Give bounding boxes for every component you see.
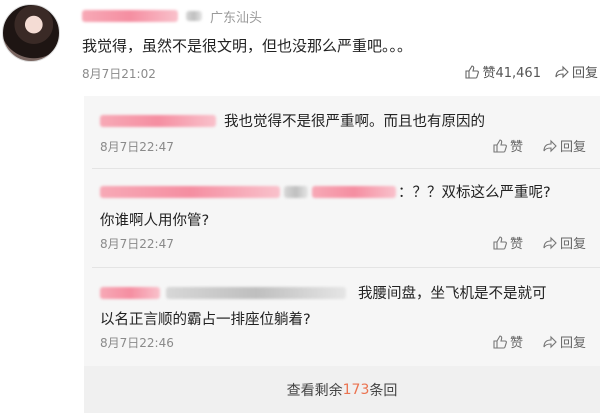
comment-time: 8月7日21:02 xyxy=(82,67,156,81)
like-count: 赞41,461 xyxy=(482,66,541,81)
reply-item: ：？？双标这么严重呢? 你谁啊人用你管? 8月7日22:47 赞 回复 xyxy=(84,169,600,267)
comment-actions: 赞41,461 回复 xyxy=(465,62,598,81)
reply-item: 我也觉得不是很严重啊。而且也有原因的 8月7日22:47 赞 回复 xyxy=(84,96,600,168)
thumb-up-icon xyxy=(493,235,507,250)
thumb-up-icon xyxy=(493,334,507,349)
more-suffix: 条回 xyxy=(369,382,398,399)
reply-text: 我腰间盘，坐飞机是不是就可 xyxy=(358,286,547,302)
like-label: 赞 xyxy=(509,140,523,155)
reply-label: 回复 xyxy=(559,140,586,155)
thumb-up-icon xyxy=(493,138,507,153)
blurred-badge xyxy=(186,11,202,21)
share-arrow-icon xyxy=(543,236,557,250)
blurred-username[interactable] xyxy=(82,10,178,22)
reply-time: 8月7日22:46 xyxy=(100,336,174,350)
avatar[interactable] xyxy=(2,4,60,62)
like-button[interactable]: 赞 xyxy=(493,332,523,351)
like-button[interactable]: 赞 xyxy=(493,233,523,252)
more-count: 173 xyxy=(342,381,370,398)
blurred-mention[interactable] xyxy=(312,185,396,198)
replies-panel: 我也觉得不是很严重啊。而且也有原因的 8月7日22:47 赞 回复 ：？？双标这… xyxy=(84,96,600,413)
share-arrow-icon xyxy=(543,139,557,153)
reply-button[interactable]: 回复 xyxy=(555,62,598,81)
blurred-username[interactable] xyxy=(100,114,216,127)
blurred-username[interactable] xyxy=(100,185,280,198)
reply-label: 回复 xyxy=(559,237,586,252)
reply-button[interactable]: 回复 xyxy=(543,332,586,351)
reply-text: 我也觉得不是很严重啊。而且也有原因的 xyxy=(224,114,485,130)
reply-label: 回复 xyxy=(559,336,586,351)
reply-actions: 赞 回复 xyxy=(493,233,586,252)
reply-text: ：？？双标这么严重呢? xyxy=(398,185,551,201)
reply-actions: 赞 回复 xyxy=(493,332,586,351)
reply-actions: 赞 回复 xyxy=(493,136,586,155)
reply-text-line-2: 你谁啊人用你管? xyxy=(100,213,210,229)
reply-time: 8月7日22:47 xyxy=(100,140,174,154)
location-label: 广东汕头 xyxy=(210,10,263,26)
blurred-mention xyxy=(166,286,346,299)
like-label: 赞 xyxy=(509,237,523,252)
reply-label: 回复 xyxy=(571,66,598,81)
share-arrow-icon xyxy=(555,65,569,79)
share-arrow-icon xyxy=(543,335,557,349)
comment-text: 我觉得，虽然不是很文明，但也没那么严重吧。。。 xyxy=(82,37,413,55)
thumb-up-icon xyxy=(465,64,480,79)
reply-button[interactable]: 回复 xyxy=(543,233,586,252)
like-button[interactable]: 赞41,461 xyxy=(465,62,541,81)
blurred-mention xyxy=(284,185,308,198)
comment-header: 广东汕头 xyxy=(82,8,263,26)
like-button[interactable]: 赞 xyxy=(493,136,523,155)
more-prefix: 查看剩余 xyxy=(286,382,343,399)
reply-time: 8月7日22:47 xyxy=(100,237,174,251)
view-more-replies-link[interactable]: 查看剩余 173 条回 xyxy=(84,366,600,413)
blurred-username[interactable] xyxy=(100,286,160,299)
reply-button[interactable]: 回复 xyxy=(543,136,586,155)
reply-text-line-2: 以名正言顺的霸占一排座位躺着? xyxy=(100,312,311,328)
like-label: 赞 xyxy=(509,336,523,351)
reply-item: 我腰间盘，坐飞机是不是就可 以名正言顺的霸占一排座位躺着? 8月7日22:46 … xyxy=(84,268,600,366)
